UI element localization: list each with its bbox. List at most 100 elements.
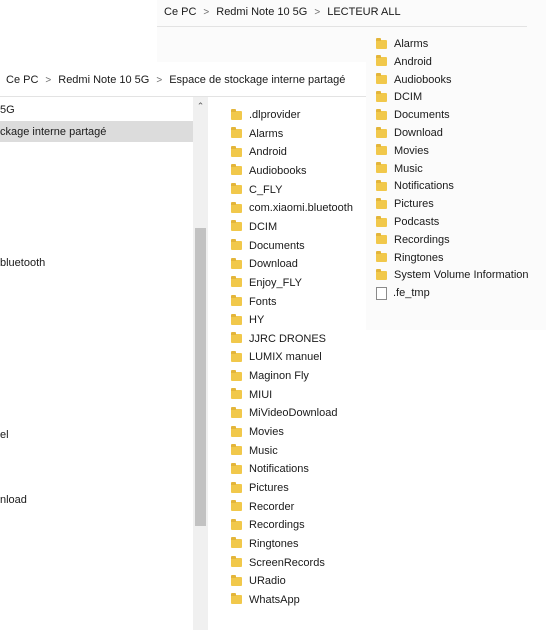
folder-icon (231, 369, 242, 381)
item-name: .dlprovider (249, 109, 301, 121)
folder-icon (231, 127, 242, 139)
item-name: Notifications (249, 463, 309, 476)
list-item-notifications[interactable]: Notifications (376, 178, 454, 194)
nav-item-manuel[interactable]: el (0, 429, 9, 441)
list-item-dcim[interactable]: DCIM (231, 218, 277, 236)
folder-icon (376, 233, 387, 245)
item-name: WhatsApp (249, 593, 300, 606)
list-item-download[interactable]: Download (231, 255, 298, 273)
chevron-right-icon: > (45, 74, 52, 86)
list-item-fe-tmp[interactable]: .fe_tmp (376, 285, 430, 301)
list-item-music[interactable]: Music (231, 442, 278, 460)
nav-item-label: nload (0, 494, 27, 506)
scrollbar-thumb[interactable] (195, 228, 206, 526)
item-name: com.xiaomi.bluetooth (249, 202, 353, 215)
list-item-uradio[interactable]: URadio (231, 572, 286, 590)
item-name: LUMIX manuel (249, 351, 322, 364)
list-item-documents[interactable]: Documents (376, 107, 450, 123)
list-item-c-fly[interactable]: C_FLY (231, 181, 282, 199)
file-icon (376, 286, 387, 300)
list-item-lumix-manuel[interactable]: LUMIX manuel (231, 348, 322, 366)
list-item-podcasts[interactable]: Podcasts (376, 214, 439, 230)
item-name: Documents (394, 109, 450, 122)
list-item-maginon-fly[interactable]: Maginon Fly (231, 367, 309, 385)
breadcrumb-ce-pc[interactable]: Ce PC (164, 6, 196, 18)
list-item-android[interactable]: Android (231, 143, 287, 161)
breadcrumb: Ce PC > Redmi Note 10 5G > Espace de sto… (6, 74, 345, 86)
navigation-pane: 5G ckage interne partagé bluetooth el nl… (0, 97, 210, 630)
list-item-hy[interactable]: HY (231, 311, 264, 329)
list-item-dcim[interactable]: DCIM (376, 89, 422, 105)
list-item-recorder[interactable]: Recorder (231, 498, 294, 516)
item-name: Documents (249, 239, 305, 252)
nav-item-storage-selected[interactable]: ckage interne partagé (0, 121, 193, 142)
list-item-movies[interactable]: Movies (231, 423, 284, 441)
list-item-screenrecords[interactable]: ScreenRecords (231, 554, 325, 572)
breadcrumb-device[interactable]: Redmi Note 10 5G (216, 6, 307, 18)
item-name: Download (249, 258, 298, 271)
folder-icon (376, 179, 387, 191)
breadcrumb-storage[interactable]: Espace de stockage interne partagé (169, 74, 345, 86)
list-item-documents[interactable]: Documents (231, 237, 305, 255)
item-name: Android (249, 146, 287, 159)
item-name: JJRC DRONES (249, 332, 327, 345)
nav-item-label: el (0, 429, 9, 441)
folder-icon (376, 251, 387, 263)
list-item-alarms[interactable]: Alarms (376, 36, 428, 52)
breadcrumb-drive[interactable]: LECTEUR ALL (327, 6, 400, 18)
item-name: Pictures (249, 482, 289, 494)
item-name: Recorder (249, 500, 295, 513)
chevron-up-icon[interactable]: ⌃ (193, 101, 208, 112)
list-item-ringtones[interactable]: Ringtones (376, 250, 444, 266)
list-item-audiobooks[interactable]: Audiobooks (376, 72, 452, 88)
list-item-audiobooks[interactable]: Audiobooks (231, 162, 307, 180)
list-item-miui[interactable]: MIUI (231, 386, 272, 404)
list-item-system-volume-information[interactable]: System Volume Information (376, 267, 529, 283)
folder-icon (231, 164, 242, 176)
folder-icon (231, 295, 242, 306)
item-name: DCIM (249, 220, 278, 233)
item-name: Download (394, 127, 443, 139)
list-item-ringtones[interactable]: Ringtones (231, 535, 299, 553)
list-item-android[interactable]: Android (376, 54, 432, 70)
list-item-mivideodownload[interactable]: MiVideoDownload (231, 404, 337, 422)
nav-item-bluetooth[interactable]: bluetooth (0, 257, 45, 269)
nav-item-download[interactable]: nload (0, 494, 27, 506)
list-item-com-xiaomi-bluetooth[interactable]: com.xiaomi.bluetooth (231, 199, 353, 217)
breadcrumb-ce-pc[interactable]: Ce PC (6, 74, 38, 86)
item-name: Notifications (394, 180, 454, 193)
list-item-recordings[interactable]: Recordings (231, 516, 305, 534)
item-name: Alarms (249, 127, 284, 140)
nav-item-5g[interactable]: 5G (0, 104, 15, 120)
item-name: Fonts (249, 295, 277, 308)
folder-icon (231, 425, 242, 437)
list-item-download[interactable]: Download (376, 125, 443, 141)
item-name: C_FLY (249, 183, 283, 196)
list-item-music[interactable]: Music (376, 161, 423, 177)
folder-icon (376, 126, 387, 138)
folder-icon (231, 183, 242, 195)
folder-icon (231, 108, 242, 120)
item-name: Android (394, 55, 432, 68)
folder-icon (231, 500, 242, 512)
list-item-pictures[interactable]: Pictures (231, 479, 289, 497)
list-item-alarms[interactable]: Alarms (231, 125, 283, 143)
list-item-notifications[interactable]: Notifications (231, 460, 309, 478)
folder-icon (231, 201, 242, 213)
breadcrumb-device[interactable]: Redmi Note 10 5G (58, 74, 149, 86)
list-item-pictures[interactable]: Pictures (376, 196, 434, 212)
item-name: Recordings (249, 519, 305, 532)
item-name: .fe_tmp (393, 287, 430, 300)
folder-icon (231, 257, 242, 269)
list-item-dlprovider[interactable]: .dlprovider (231, 106, 300, 124)
list-item-recordings[interactable]: Recordings (376, 232, 450, 248)
list-item-fonts[interactable]: Fonts (231, 293, 277, 311)
list-item-jjrc-drones[interactable]: JJRC DRONES (231, 330, 326, 348)
item-name: URadio (249, 575, 286, 588)
nav-scrollbar[interactable]: ⌃ (193, 97, 208, 630)
item-name: Movies (394, 144, 429, 157)
list-item-movies[interactable]: Movies (376, 143, 429, 159)
list-item-whatsapp[interactable]: WhatsApp (231, 591, 300, 609)
list-item-enjoy-fly[interactable]: Enjoy_FLY (231, 274, 302, 292)
folder-icon (231, 388, 242, 400)
